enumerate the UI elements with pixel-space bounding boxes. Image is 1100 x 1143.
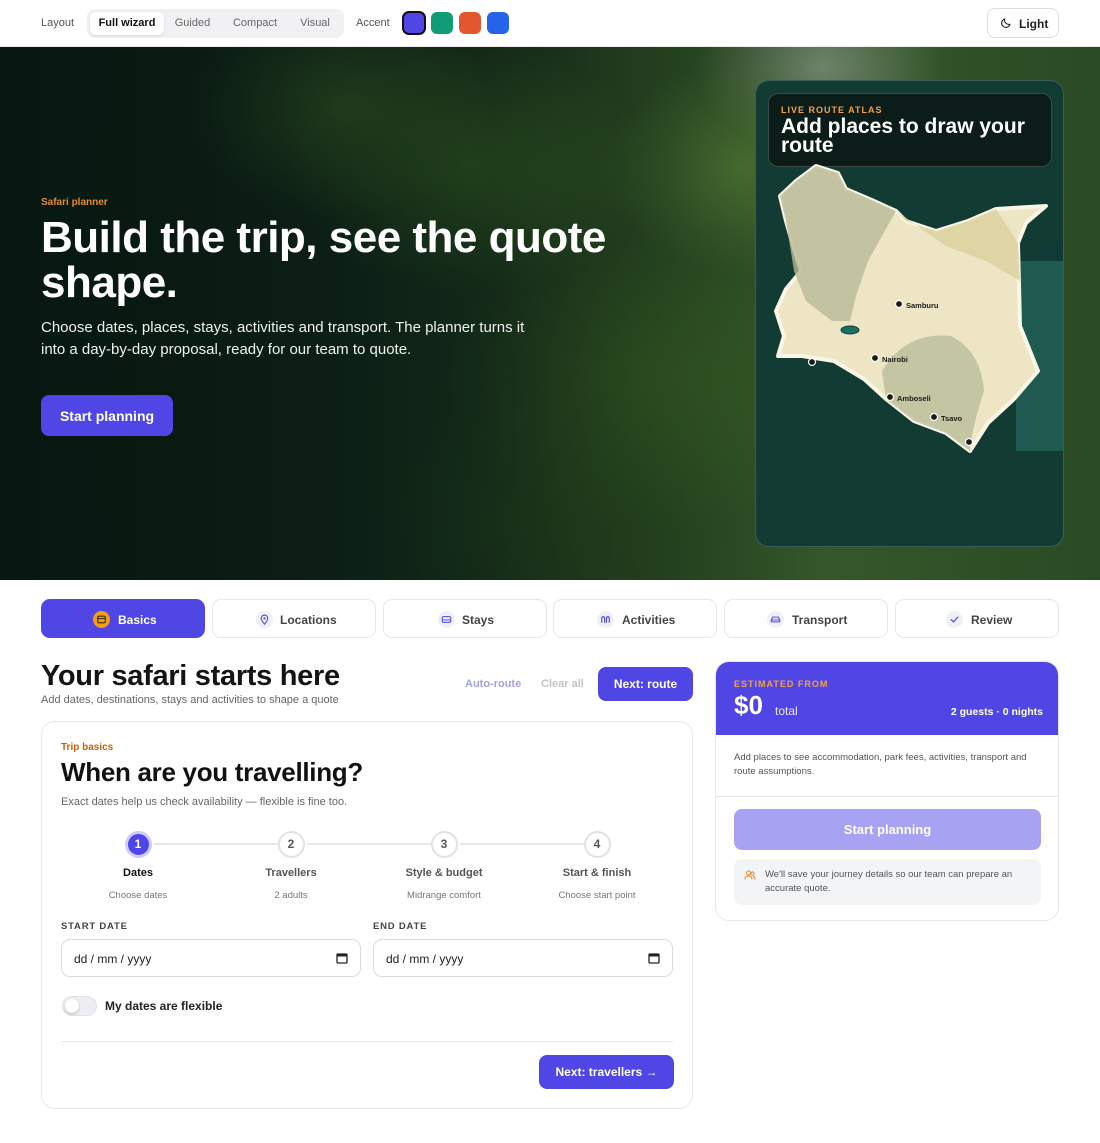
step-number: 3 xyxy=(430,831,458,858)
tab-transport[interactable]: Transport xyxy=(724,599,888,638)
theme-toggle-button[interactable]: Light xyxy=(987,8,1059,38)
layout-option-guided[interactable]: Guided xyxy=(164,12,221,35)
layout-option-visual[interactable]: Visual xyxy=(289,12,341,35)
top-toolbar: Layout Full wizard Guided Compact Visual… xyxy=(0,0,1100,47)
estimate-amount: $0 xyxy=(734,690,763,720)
step-subtitle: 2 adults xyxy=(274,890,308,901)
layout-label: Layout xyxy=(41,17,75,29)
atlas-title: Add places to draw your route xyxy=(781,115,1025,157)
step-subtitle: Midrange comfort xyxy=(407,890,481,901)
tab-basics[interactable]: Basics xyxy=(41,599,205,638)
step-title: Dates xyxy=(123,867,153,879)
hero-section: Safari planner Build the trip, see the q… xyxy=(0,47,1100,580)
tab-activities[interactable]: Activities xyxy=(553,599,717,638)
theme-toggle-label: Light xyxy=(1019,17,1049,31)
atlas-eyebrow: LIVE ROUTE ATLAS xyxy=(781,105,883,115)
accent-swatch-blue[interactable] xyxy=(487,12,509,34)
accent-swatch-green[interactable] xyxy=(431,12,453,34)
map-label-samburu: Samburu xyxy=(906,301,939,310)
tab-review[interactable]: Review xyxy=(895,599,1059,638)
stepper-step-start-finish[interactable]: 4 Start & finish Choose start point xyxy=(517,831,677,901)
estimate-start-planning-button[interactable]: Start planning xyxy=(734,809,1041,850)
hero-title: Build the trip, see the quote shape. xyxy=(41,213,606,307)
users-icon xyxy=(744,870,756,880)
stepper-step-dates[interactable]: 1 Dates Choose dates xyxy=(58,831,218,901)
calendar-icon[interactable] xyxy=(648,952,660,964)
clear-all-button[interactable]: Clear all xyxy=(541,678,584,690)
layout-switcher: Full wizard Guided Compact Visual xyxy=(87,9,344,38)
step-number: 1 xyxy=(124,831,152,858)
estimate-panel: ESTIMATED FROM $0 total 2 guests · 0 nig… xyxy=(715,661,1059,921)
stepper-step-travellers[interactable]: 2 Travellers 2 adults xyxy=(211,831,371,901)
tab-locations[interactable]: Locations xyxy=(212,599,376,638)
tab-locations-label: Locations xyxy=(280,613,337,627)
estimate-header: ESTIMATED FROM $0 total 2 guests · 0 nig… xyxy=(716,662,1058,735)
estimate-divider xyxy=(716,796,1058,797)
start-date-input[interactable]: dd / mm / yyyy xyxy=(61,939,361,977)
card-title: When are you travelling? xyxy=(61,757,363,787)
step-number: 2 xyxy=(277,831,305,858)
start-date-label: START DATE xyxy=(61,921,128,932)
estimate-guests-nights: 2 guests · 0 nights xyxy=(950,706,1043,718)
moon-icon xyxy=(1001,18,1011,28)
check-icon xyxy=(946,611,963,628)
accent-swatch-orange[interactable] xyxy=(459,12,481,34)
car-icon xyxy=(767,611,784,628)
estimate-eyebrow: ESTIMATED FROM xyxy=(734,679,829,689)
step-subtitle: Choose dates xyxy=(108,890,168,901)
map-label-tsavo: Tsavo xyxy=(941,414,963,423)
kenya-route-map[interactable]: Samburu Nairobi Amboseli Tsavo xyxy=(756,161,1064,461)
trip-basics-card: Trip basics When are you travelling? Exa… xyxy=(41,721,693,1109)
end-date-label: END DATE xyxy=(373,921,428,932)
route-atlas-panel: LIVE ROUTE ATLAS Add places to draw your… xyxy=(755,80,1064,547)
save-info-box: We'll save your journey details so our t… xyxy=(734,859,1041,905)
accent-swatch-indigo[interactable] xyxy=(402,11,426,35)
hero-subtitle: Choose dates, places, stays, activities … xyxy=(41,319,525,358)
card-divider xyxy=(61,1041,673,1042)
layout-option-full-wizard[interactable]: Full wizard xyxy=(90,12,164,35)
page-title: Your safari starts here xyxy=(41,660,340,692)
layout-option-compact[interactable]: Compact xyxy=(221,12,289,35)
tab-stays[interactable]: Stays xyxy=(383,599,547,638)
save-info-text: We'll save your journey details so our t… xyxy=(765,869,1013,894)
stepper-step-style-budget[interactable]: 3 Style & budget Midrange comfort xyxy=(364,831,524,901)
binoculars-icon xyxy=(597,611,614,628)
card-subtitle: Exact dates help us check availability —… xyxy=(61,796,348,808)
estimate-total-label: total xyxy=(775,704,798,718)
map-label-amboseli: Amboseli xyxy=(897,394,931,403)
card-eyebrow: Trip basics xyxy=(61,742,114,753)
step-title: Style & budget xyxy=(405,867,483,879)
accent-label: Accent xyxy=(356,17,390,29)
start-date-placeholder: dd / mm / yyyy xyxy=(74,952,152,966)
calendar-icon[interactable] xyxy=(336,952,348,964)
tab-transport-label: Transport xyxy=(792,613,848,627)
auto-route-button[interactable]: Auto-route xyxy=(465,678,521,690)
next-route-button[interactable]: Next: route xyxy=(598,667,693,701)
flexible-dates-label: My dates are flexible xyxy=(105,999,223,1013)
toggle-knob xyxy=(65,999,79,1013)
hero-eyebrow: Safari planner xyxy=(41,197,108,208)
end-date-input[interactable]: dd / mm / yyyy xyxy=(373,939,673,977)
atlas-header: LIVE ROUTE ATLAS Add places to draw your… xyxy=(768,93,1052,167)
pin-icon xyxy=(256,611,273,628)
hero-start-planning-button[interactable]: Start planning xyxy=(41,395,173,436)
step-number: 4 xyxy=(583,831,611,858)
step-subtitle: Choose start point xyxy=(558,890,636,901)
tab-activities-label: Activities xyxy=(622,613,676,627)
end-date-placeholder: dd / mm / yyyy xyxy=(386,952,464,966)
next-travellers-button[interactable]: Next: travellers → xyxy=(539,1055,674,1089)
tab-stays-label: Stays xyxy=(462,613,495,627)
tab-basics-label: Basics xyxy=(118,613,157,627)
flexible-dates-toggle[interactable] xyxy=(62,996,97,1016)
tab-review-label: Review xyxy=(971,613,1013,627)
bed-icon xyxy=(438,611,455,628)
page-subtitle: Add dates, destinations, stays and activ… xyxy=(41,694,339,706)
step-title: Travellers xyxy=(265,867,317,879)
map-label-nairobi: Nairobi xyxy=(882,355,908,364)
estimate-note: Add places to see accommodation, park fe… xyxy=(734,752,1027,777)
calendar-icon xyxy=(93,611,110,628)
step-title: Start & finish xyxy=(562,867,632,879)
